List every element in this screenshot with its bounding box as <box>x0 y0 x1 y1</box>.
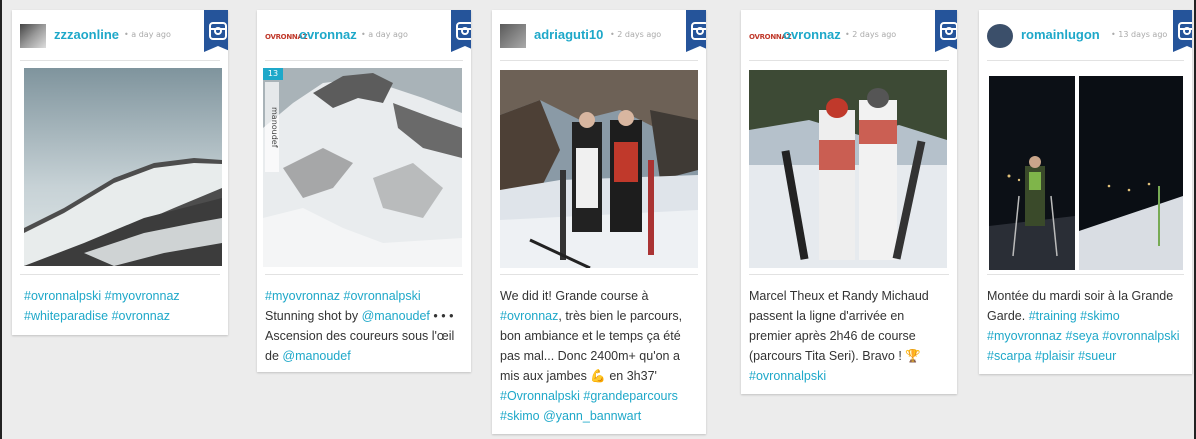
username[interactable]: ovronnaz <box>299 27 357 42</box>
post-card[interactable]: romainlugon • 13 days ago Montée du mard <box>979 10 1192 374</box>
post-caption: #myovronnaz #ovronnalpski Stunning shot … <box>265 286 461 366</box>
post-image[interactable] <box>989 76 1183 270</box>
hashtag[interactable]: #sueur <box>1078 349 1116 363</box>
mention[interactable]: @manoudef <box>362 309 430 323</box>
username[interactable]: adriaguti10 <box>534 27 603 42</box>
username[interactable]: zzzaonline <box>54 27 119 42</box>
instagram-icon[interactable] <box>204 10 228 52</box>
post-header: OVRONNAZ ovronnaz • 2 days ago <box>749 10 957 52</box>
avatar[interactable] <box>987 24 1013 48</box>
photo-credit: manoudef <box>265 82 279 172</box>
hashtag[interactable]: #Ovronnalpski <box>500 389 580 403</box>
hashtag[interactable]: #ovronnalpski <box>1102 329 1179 343</box>
divider <box>500 274 698 275</box>
timestamp: • a day ago <box>124 30 171 39</box>
timestamp: • 2 days ago <box>610 30 662 39</box>
post-caption: #ovronnalpski #myovronnaz #whiteparadise… <box>24 286 218 326</box>
hashtag[interactable]: #myovronnaz <box>105 289 180 303</box>
post-image[interactable]: 13 manoudef <box>263 68 462 267</box>
divider <box>749 60 949 61</box>
instagram-icon[interactable] <box>1173 10 1192 52</box>
avatar[interactable] <box>20 24 46 48</box>
timestamp: • a day ago <box>361 30 408 39</box>
caption-text: Stunning shot by <box>265 309 359 323</box>
timestamp: • 13 days ago <box>1111 30 1168 39</box>
hashtag[interactable]: #ovronnalpski <box>344 289 421 303</box>
hashtag[interactable]: #ovronnaz <box>112 309 170 323</box>
divider <box>749 274 949 275</box>
hashtag[interactable]: #ovronnaz <box>500 309 558 323</box>
divider <box>500 60 698 61</box>
post-header: adriaguti10 • 2 days ago <box>500 10 706 52</box>
hashtag[interactable]: #whiteparadise <box>24 309 108 323</box>
username[interactable]: ovronnaz <box>783 27 841 42</box>
post-caption: Marcel Theux et Randy Michaud passent la… <box>749 286 947 386</box>
post-card[interactable]: OVRONNAZ ovronnaz • 2 days ago Marcel Th… <box>741 10 957 394</box>
instagram-icon[interactable] <box>451 10 471 52</box>
post-header: zzzaonline • a day ago <box>20 10 228 52</box>
post-card[interactable]: adriaguti10 • 2 days ago We did it! Gran… <box>492 10 706 434</box>
post-caption: We did it! Grande course à #ovronnaz, tr… <box>500 286 696 426</box>
post-image[interactable] <box>500 70 698 268</box>
avatar[interactable]: OVRONNAZ <box>265 32 308 42</box>
post-image[interactable] <box>749 70 947 268</box>
username[interactable]: romainlugon <box>1021 27 1100 42</box>
hashtag[interactable]: #skimo <box>500 409 540 423</box>
divider <box>987 274 1184 275</box>
divider <box>20 274 220 275</box>
instagram-icon[interactable] <box>686 10 706 52</box>
hashtag[interactable]: #myovronnaz <box>265 289 340 303</box>
post-image[interactable] <box>24 68 222 266</box>
post-card[interactable]: OVRONNAZ ovronnaz • a day ago 13 manoude… <box>257 10 471 372</box>
instagram-icon[interactable] <box>935 10 957 52</box>
hashtag[interactable]: #myovronnaz <box>987 329 1062 343</box>
divider <box>265 274 463 275</box>
mention[interactable]: @yann_bannwart <box>543 409 641 423</box>
divider <box>987 60 1184 61</box>
caption-text: Marcel Theux et Randy Michaud passent la… <box>749 289 929 363</box>
mention[interactable]: @manoudef <box>282 349 350 363</box>
post-card[interactable]: zzzaonline • a day ago #ovronnalpski #my… <box>12 10 228 335</box>
caption-text: We did it! Grande course à <box>500 289 649 303</box>
divider <box>265 60 463 61</box>
post-header: romainlugon • 13 days ago <box>987 10 1192 52</box>
frame-left-border <box>0 0 2 439</box>
post-caption: Montée du mardi soir à la Grande Garde. … <box>987 286 1182 366</box>
post-header: OVRONNAZ ovronnaz • a day ago <box>265 10 471 52</box>
divider <box>20 60 220 61</box>
avatar[interactable]: OVRONNAZ <box>749 32 792 42</box>
hashtag[interactable]: #grandeparcours <box>583 389 678 403</box>
hashtag[interactable]: #ovronnalpski <box>24 289 101 303</box>
repost-badge: 13 <box>263 68 283 80</box>
hashtag[interactable]: #scarpa <box>987 349 1031 363</box>
hashtag[interactable]: #skimo <box>1080 309 1120 323</box>
hashtag[interactable]: #seya <box>1066 329 1099 343</box>
hashtag[interactable]: #plaisir <box>1035 349 1075 363</box>
timestamp: • 2 days ago <box>845 30 897 39</box>
avatar[interactable] <box>500 24 526 48</box>
hashtag[interactable]: #training <box>1029 309 1077 323</box>
hashtag[interactable]: #ovronnalpski <box>749 369 826 383</box>
